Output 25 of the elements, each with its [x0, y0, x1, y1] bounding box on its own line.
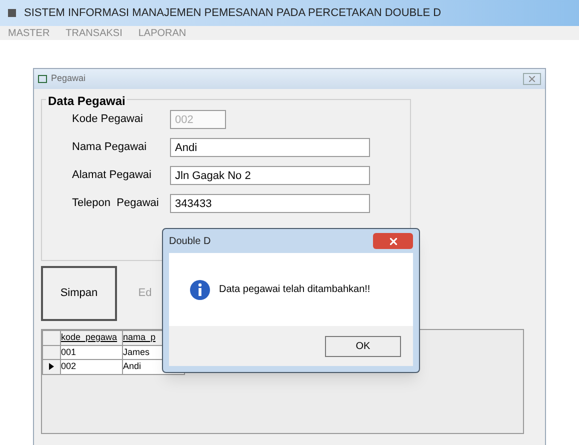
- column-header[interactable]: kode_pegawa: [60, 330, 122, 345]
- row-header[interactable]: [42, 360, 60, 374]
- form-button[interactable]: Simpan: [41, 266, 117, 321]
- field-label: Nama Pegawai: [72, 140, 148, 156]
- window-title: SISTEM INFORMASI MANAJEMEN PEMESANAN PADA PERCETAKAN DOUBLE D: [24, 6, 442, 21]
- app-icon: [8, 9, 16, 17]
- close-icon: [390, 238, 396, 244]
- dialog-message: Data pegawai telah ditambahkan!!: [219, 283, 370, 297]
- table-cell: 002: [60, 360, 122, 374]
- row-pointer-icon: [49, 363, 54, 370]
- close-button[interactable]: [373, 233, 413, 249]
- table-cell: 001: [60, 345, 122, 360]
- form-icon: [38, 75, 47, 83]
- field-label: Telepon Pegawai: [72, 196, 160, 212]
- text-field[interactable]: Andi: [170, 138, 370, 157]
- text-field[interactable]: Jln Gagak No 2: [170, 166, 370, 185]
- close-icon: [529, 76, 535, 82]
- field-label: Kode Pegawai: [72, 112, 144, 128]
- close-button[interactable]: [523, 73, 541, 85]
- text-field[interactable]: 343433: [170, 194, 370, 213]
- form-title: Pegawai: [51, 72, 86, 86]
- field-label: Alamat Pegawai: [72, 168, 152, 184]
- info-icon: [189, 278, 211, 300]
- ok-button[interactable]: OK: [325, 336, 401, 356]
- dialog-title: Double D: [169, 234, 211, 248]
